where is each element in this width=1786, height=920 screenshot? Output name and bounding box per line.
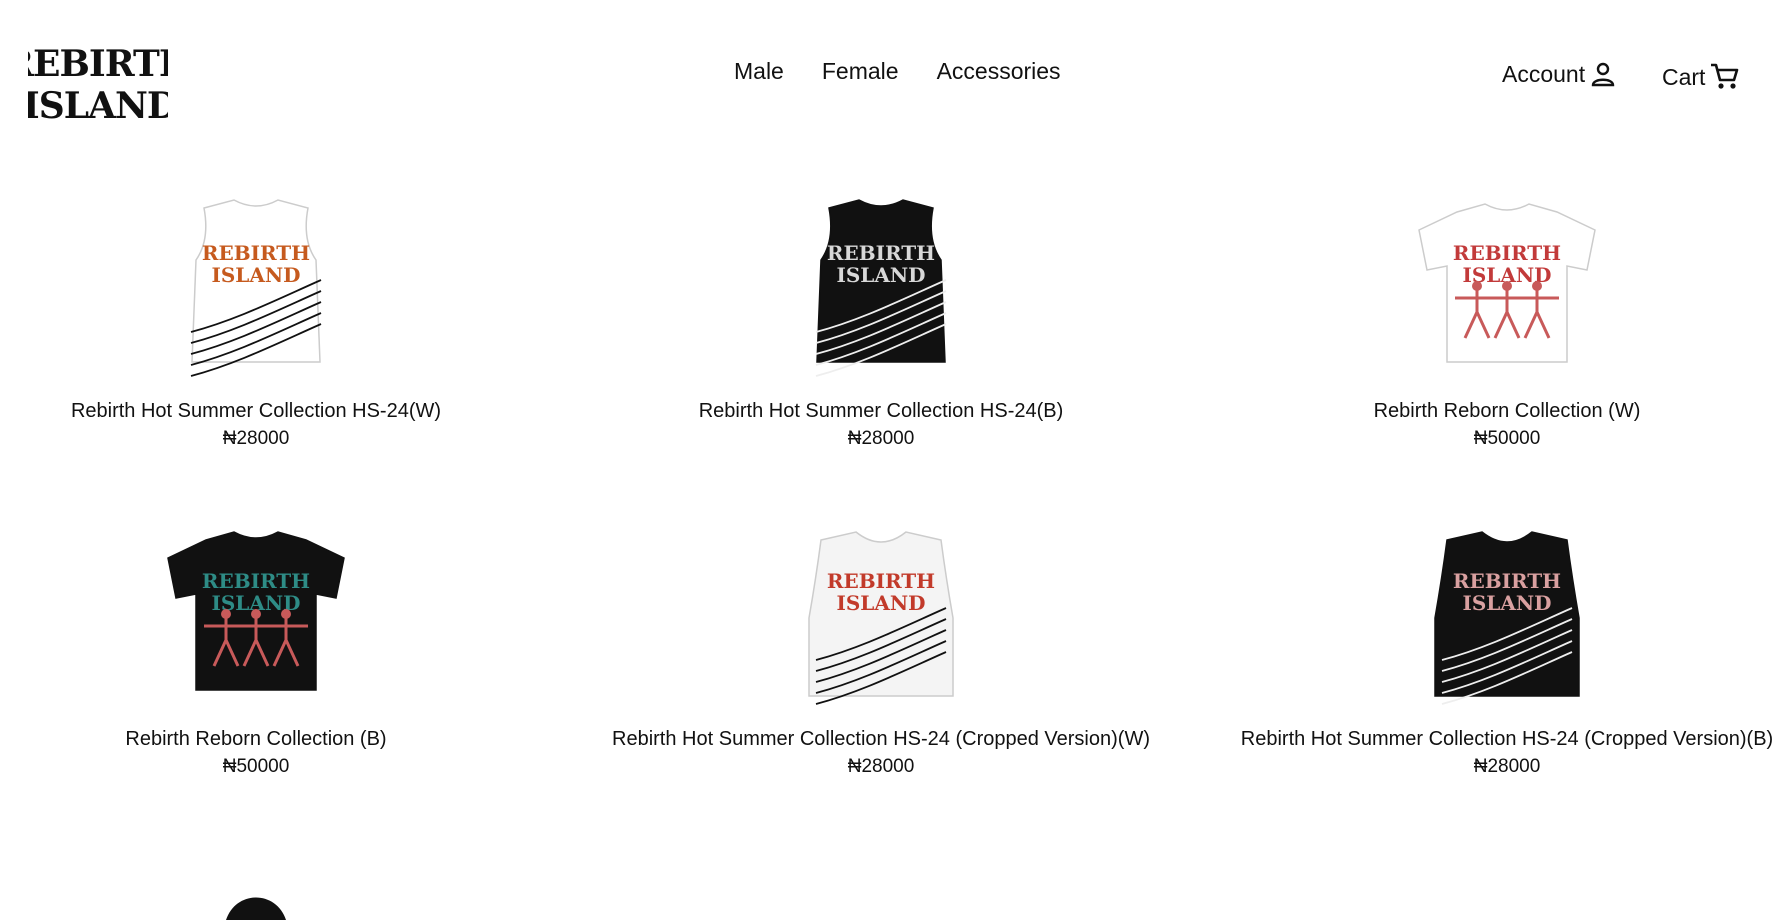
- product-image[interactable]: REBIRTHISLAND: [601, 518, 1161, 708]
- nav-accessories[interactable]: Accessories: [937, 58, 1061, 85]
- cart-label: Cart: [1662, 64, 1706, 90]
- product-image[interactable]: REBIRTHISLAND: [0, 190, 536, 380]
- product-price: ₦50000: [222, 756, 290, 777]
- product-price: ₦28000: [847, 756, 915, 777]
- product-image[interactable]: REBIRTHISLAND: [1227, 518, 1786, 708]
- shirt-print-line2: ISLAND: [836, 591, 925, 615]
- product-title[interactable]: Rebirth Reborn Collection (B): [0, 728, 536, 751]
- product-price: ₦28000: [222, 428, 290, 449]
- product-price: ₦28000: [847, 428, 915, 449]
- shirt-figure-head: [1502, 281, 1512, 291]
- shirt-figure-head: [251, 609, 261, 619]
- shirt-figure-head: [1532, 281, 1542, 291]
- nav-female[interactable]: Female: [822, 58, 899, 85]
- product-title[interactable]: Rebirth Reborn Collection (W): [1227, 400, 1786, 423]
- main-nav: Male Female Accessories: [734, 58, 1061, 85]
- shirt-print-line1: REBIRTH: [202, 241, 310, 265]
- cart-icon: [1711, 63, 1739, 89]
- shirt-figure-head: [221, 609, 231, 619]
- shirt-print-line1: REBIRTH: [202, 569, 310, 593]
- product-price: ₦50000: [1473, 428, 1541, 449]
- logo-line2: ISLAND: [28, 85, 168, 124]
- shirt-print-line2: ISLAND: [836, 263, 925, 287]
- cart-link[interactable]: Cart: [1662, 61, 1739, 91]
- product-title[interactable]: Rebirth Hot Summer Collection HS-24 (Cro…: [1227, 728, 1786, 751]
- site-header: REBIRTH ISLAND Male Female Accessories A…: [0, 0, 1786, 150]
- product-title[interactable]: Rebirth Hot Summer Collection HS-24 (Cro…: [601, 728, 1161, 751]
- shirt-print-line2: ISLAND: [1462, 591, 1551, 615]
- shirt-print-line1: REBIRTH: [827, 241, 935, 265]
- product-title[interactable]: Rebirth Hot Summer Collection HS-24(W): [0, 400, 536, 423]
- product-image[interactable]: REBIRTHISLAND: [1227, 190, 1786, 380]
- product-image[interactable]: REBIRTHISLAND: [601, 190, 1161, 380]
- account-link[interactable]: Account: [1502, 61, 1615, 88]
- logo-line1: REBIRTH: [28, 43, 168, 85]
- product-image[interactable]: REBIRTHISLAND: [0, 518, 536, 708]
- product-title[interactable]: Rebirth Hot Summer Collection HS-24(B): [601, 400, 1161, 423]
- next-product-image-partial[interactable]: [196, 880, 316, 920]
- shirt-print-line2: ISLAND: [211, 263, 300, 287]
- shirt-print-line1: REBIRTH: [1453, 241, 1561, 265]
- shirt-figure-head: [1472, 281, 1482, 291]
- brand-logo[interactable]: REBIRTH ISLAND: [28, 38, 168, 124]
- product-price: ₦28000: [1473, 756, 1541, 777]
- shirt-print-line1: REBIRTH: [1453, 569, 1561, 593]
- shirt-figure-head: [281, 609, 291, 619]
- person-icon: [1591, 62, 1615, 87]
- shirt-print-line1: REBIRTH: [827, 569, 935, 593]
- nav-male[interactable]: Male: [734, 58, 784, 85]
- account-label: Account: [1502, 61, 1586, 87]
